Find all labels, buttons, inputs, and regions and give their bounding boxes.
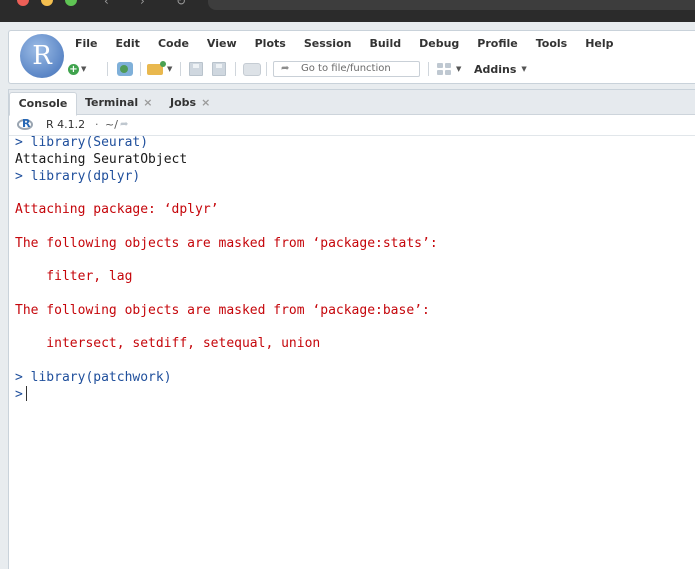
zoom-window-button[interactable] [65, 0, 77, 6]
menu-session[interactable]: Session [304, 35, 352, 53]
menu-view[interactable]: View [207, 35, 237, 53]
reload-icon[interactable]: ↻ [176, 0, 186, 8]
chevron-down-icon: ▼ [456, 65, 462, 73]
menu-edit[interactable]: Edit [116, 35, 140, 53]
project-icon [117, 62, 133, 76]
menu-bar: File Edit Code View Plots Session Build … [75, 35, 632, 53]
forward-icon[interactable]: › [140, 0, 145, 8]
menu-debug[interactable]: Debug [419, 35, 459, 53]
console-line: > library(dplyr) [15, 168, 141, 184]
console-line: Attaching SeuratObject [15, 151, 188, 167]
folder-icon [147, 60, 166, 75]
goto-arrow-icon: ➦ [281, 63, 290, 74]
console-line: The following objects are masked from ‘p… [15, 302, 430, 318]
tab-jobs-label: Jobs [170, 96, 197, 109]
console-line: > library(patchwork) [15, 369, 172, 385]
pane-tab-bar: Console Terminal × Jobs × [9, 90, 695, 116]
new-file-button[interactable]: + ▼ [68, 60, 86, 78]
toolbar-divider [266, 62, 267, 76]
text-cursor [25, 386, 27, 402]
r-version: R 4.1.2 [46, 118, 86, 131]
save-all-icon [212, 62, 226, 76]
toolbar-divider [107, 62, 108, 76]
close-icon[interactable]: × [143, 96, 152, 109]
close-icon[interactable]: × [201, 96, 210, 109]
addins-label: Addins [474, 62, 517, 76]
tab-console-label: Console [18, 97, 68, 110]
chevron-down-icon: ▼ [81, 65, 87, 73]
working-directory[interactable]: ~/ [105, 117, 118, 133]
r-version-icon: R [17, 117, 35, 132]
go-to-file-input[interactable]: ➦ Go to file/function [273, 61, 420, 77]
console-prompt: > [15, 387, 23, 403]
go-to-directory-icon[interactable]: ➦ [120, 118, 128, 132]
separator-dot: · [95, 118, 99, 131]
address-bar[interactable] [208, 0, 695, 10]
console-line: filter, lag [15, 269, 133, 284]
console-pane: Console Terminal × Jobs × R R 4.1.2 · ~/ ➦… [8, 89, 695, 569]
close-window-button[interactable] [17, 0, 29, 6]
menu-build[interactable]: Build [369, 35, 401, 53]
grid-icon [437, 63, 451, 75]
minimize-window-button[interactable] [41, 0, 53, 6]
new-project-button[interactable] [117, 60, 133, 78]
addins-button[interactable]: Addins ▼ [474, 60, 527, 78]
print-icon [243, 62, 261, 76]
rstudio-header: R File Edit Code View Plots Session Buil… [8, 30, 695, 84]
menu-file[interactable]: File [75, 35, 98, 53]
print-button[interactable] [243, 60, 261, 78]
chevron-down-icon: ▼ [167, 65, 173, 73]
menu-tools[interactable]: Tools [536, 35, 567, 53]
console-line: The following objects are masked from ‘p… [15, 235, 438, 251]
pane-layout-button[interactable]: ▼ [437, 60, 461, 78]
save-icon [189, 62, 203, 76]
menu-plots[interactable]: Plots [255, 35, 286, 53]
console-info-bar: R R 4.1.2 · ~/ ➦ [9, 115, 695, 136]
toolbar-divider [180, 62, 181, 76]
chevron-down-icon: ▼ [521, 65, 527, 73]
toolbar-divider [235, 62, 236, 76]
os-title-bar: ‹ › ↻ [0, 0, 695, 22]
plus-icon: + [68, 63, 79, 75]
console-line: Attaching package: ‘dplyr’ [15, 202, 219, 217]
go-to-file-placeholder: Go to file/function [301, 63, 391, 74]
tab-terminal-label: Terminal [85, 96, 139, 109]
tab-jobs[interactable]: Jobs × [170, 92, 210, 114]
console-line: intersect, setdiff, setequal, union [15, 336, 321, 351]
console-line: > library(Seurat) [15, 135, 149, 150]
console-output[interactable]: > library(Seurat) Attaching SeuratObject… [15, 135, 685, 403]
r-logo-icon: R [20, 34, 64, 78]
open-file-button[interactable]: ▼ [147, 60, 172, 78]
menu-profile[interactable]: Profile [477, 35, 517, 53]
back-icon[interactable]: ‹ [104, 0, 109, 8]
toolbar-divider [428, 62, 429, 76]
save-button[interactable] [189, 60, 203, 78]
console-input-line[interactable]: > [15, 386, 685, 403]
toolbar-divider [140, 62, 141, 76]
save-all-button[interactable] [212, 60, 226, 78]
tab-terminal[interactable]: Terminal × [85, 92, 152, 114]
menu-code[interactable]: Code [158, 35, 189, 53]
tab-console[interactable]: Console [9, 92, 77, 116]
main-toolbar: + ▼ ▼ ➦ Go to file/function ▼ Addins ▼ [67, 58, 687, 80]
menu-help[interactable]: Help [585, 35, 613, 53]
